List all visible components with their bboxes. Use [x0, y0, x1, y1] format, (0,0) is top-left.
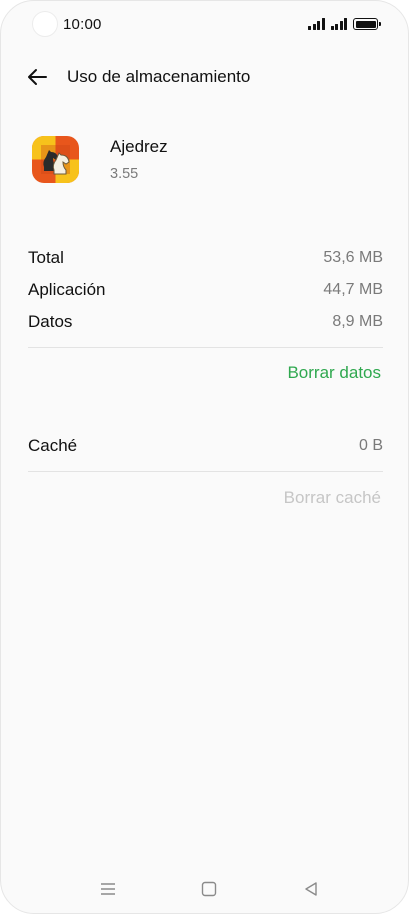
storage-row-total: Total 53,6 MB: [28, 244, 383, 272]
divider: [28, 471, 383, 472]
navigation-bar: [1, 873, 408, 905]
back-triangle-icon: [305, 882, 317, 896]
home-square-icon: [201, 881, 217, 897]
page-title: Uso de almacenamiento: [67, 67, 251, 86]
cache-row: Caché 0 B: [28, 432, 383, 460]
signal-icon: [330, 18, 347, 30]
row-value: 8,9 MB: [332, 313, 383, 330]
menu-icon: [101, 883, 115, 895]
header: Uso de almacenamiento: [1, 57, 408, 97]
storage-row-app: Aplicación 44,7 MB: [28, 276, 383, 304]
row-label: Caché: [28, 436, 78, 455]
row-value: 0 B: [358, 437, 383, 454]
row-label: Datos: [28, 312, 73, 331]
chess-knight-icon: [32, 136, 79, 183]
storage-row-data: Datos 8,9 MB: [28, 308, 383, 336]
status-time: 10:00: [63, 16, 102, 33]
arrow-left-icon: [28, 69, 47, 85]
status-icons: [308, 16, 381, 30]
clear-data-button[interactable]: Borrar datos: [287, 363, 381, 383]
system-back-button[interactable]: [300, 879, 322, 899]
divider: [28, 347, 383, 348]
row-label: Total: [28, 248, 64, 267]
app-name: Ajedrez: [110, 137, 168, 156]
back-button[interactable]: [21, 61, 53, 93]
front-camera: [32, 11, 58, 37]
recent-apps-button[interactable]: [97, 879, 119, 899]
phone-screen: 10:00 Uso de almacenamiento Ajedrez 3.55…: [0, 0, 409, 914]
home-button[interactable]: [198, 879, 220, 899]
row-value: 44,7 MB: [323, 281, 383, 298]
battery-icon: [353, 18, 381, 30]
clear-cache-button[interactable]: Borrar caché: [284, 488, 381, 508]
row-label: Aplicación: [28, 280, 106, 299]
signal-icon: [308, 18, 325, 30]
app-version: 3.55: [110, 166, 139, 182]
row-value: 53,6 MB: [323, 249, 383, 266]
status-bar: 10:00: [1, 1, 408, 47]
